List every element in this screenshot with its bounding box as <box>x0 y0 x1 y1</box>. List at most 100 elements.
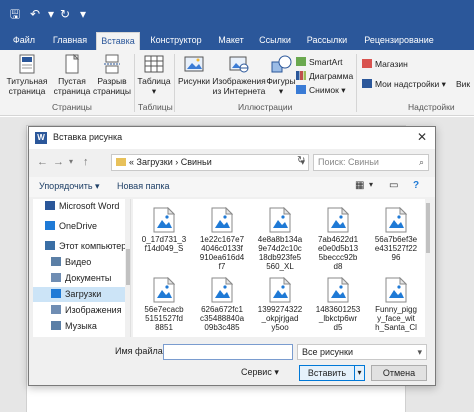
file-name-line: 56e7ecacb <box>144 305 184 314</box>
insert-picture-dialog: W Вставка рисунка ✕ ← → ▾ ↑ « Загрузки ›… <box>28 126 436 386</box>
tables-group-label: Таблицы <box>138 102 173 112</box>
group-separator <box>134 54 135 112</box>
sidebar-item-downloads[interactable]: Загрузки <box>33 287 125 302</box>
tab-insert[interactable]: Вставка <box>96 32 140 50</box>
undo-icon[interactable]: ↶ <box>28 7 42 21</box>
file-name-line: 560_XL <box>266 262 294 271</box>
online-pictures-button[interactable]: Изображения из Интернета <box>212 54 266 96</box>
organize-button[interactable]: Упорядочить ▾ <box>39 181 100 192</box>
tab-design[interactable]: Конструктор <box>146 32 206 50</box>
file-item[interactable]: 626a672fc1 c35488840a 09b3c485 <box>195 276 249 332</box>
filename-input[interactable] <box>163 344 293 360</box>
file-name-line: 09b3c485 <box>204 323 240 332</box>
refresh-icon[interactable]: ↻ <box>297 155 305 166</box>
sidebar-item-documents[interactable]: Документы <box>33 271 125 286</box>
search-input[interactable]: Поиск: Свиньи ⌕ <box>313 154 429 171</box>
close-icon[interactable]: ✕ <box>417 130 427 144</box>
sidebar-item-images[interactable]: Изображения <box>33 303 125 318</box>
image-file-icon <box>153 276 176 303</box>
insert-options-button[interactable]: ▾ <box>355 365 365 381</box>
file-list-scrollbar[interactable] <box>425 199 431 337</box>
preview-pane-icon[interactable]: ▭ <box>389 180 398 191</box>
cancel-button[interactable]: Отмена <box>371 365 427 381</box>
chart-label: Диаграмма <box>309 71 354 81</box>
file-name-line: 910ea616d4 <box>199 253 245 262</box>
shapes-label: Фигуры <box>266 76 296 86</box>
customize-qat-icon[interactable]: ▾ <box>76 7 90 21</box>
sidebar-item-music[interactable]: Музыка <box>33 319 125 334</box>
sidebar-item-this-pc[interactable]: Этот компьютер <box>33 239 127 254</box>
sidebar-item-videos[interactable]: Видео <box>33 255 125 270</box>
dialog-title-bar: W Вставка рисунка ✕ <box>29 127 435 149</box>
scrollbar-thumb[interactable] <box>426 203 430 253</box>
group-separator <box>174 54 175 112</box>
file-name-line: 5beccc92b <box>318 253 358 262</box>
pictures-icon <box>183 54 205 74</box>
scrollbar-thumb[interactable] <box>126 249 130 285</box>
images-icon <box>51 305 61 314</box>
my-addins-button[interactable]: Мои надстройки ▾ <box>362 78 446 90</box>
screenshot-button[interactable]: Снимок ▾ <box>296 84 346 96</box>
file-item[interactable]: 1e22c167e7 4046c0133f 910ea616d4 f7 <box>195 206 249 271</box>
addins-group-label: Надстройки <box>408 102 455 112</box>
table-button[interactable]: Таблица ▾ <box>136 54 172 96</box>
file-item[interactable]: 7ab4622d1 e0e0d5b13 5beccc92b d8 <box>311 206 365 271</box>
pictures-button[interactable]: Рисунки <box>176 54 212 86</box>
view-dropdown-icon[interactable]: ▾ <box>369 180 373 189</box>
dialog-buttons: Сервис ▾ Вставить ▾ Отмена <box>29 363 435 383</box>
cover-page-button[interactable]: Титульная страница <box>4 54 50 96</box>
ribbon: Титульная страница Пустая страница Разры… <box>0 50 474 116</box>
address-bar[interactable]: « Загрузки › Свиньи ▾ <box>111 154 309 171</box>
file-item[interactable]: 4e8a8b134a 9e74d2c10c 18db923fe5 560_XL <box>253 206 307 271</box>
file-item[interactable]: 56e7ecacb 5151527fd 8851 <box>137 276 191 332</box>
file-item[interactable]: Funny_pigg y_face_wit h_Santa_Cl <box>369 276 423 332</box>
wikipedia-button[interactable]: Вик <box>456 78 470 90</box>
screenshot-label: Снимок <box>309 85 339 95</box>
undo-dropdown-icon[interactable]: ▾ <box>44 7 58 21</box>
tab-review[interactable]: Рецензирование <box>358 32 440 50</box>
tab-layout[interactable]: Макет <box>212 32 250 50</box>
screenshot-icon <box>296 85 306 94</box>
file-type-select[interactable]: Все рисунки ▾ <box>297 344 427 360</box>
cover-page-label-1: Титульная <box>6 76 48 86</box>
new-folder-button[interactable]: Новая папка <box>117 181 169 191</box>
image-file-icon <box>327 276 350 303</box>
sidebar-item-label: Этот компьютер <box>59 241 127 251</box>
file-item[interactable]: 1483601253 _lbkctp6wr d5 <box>311 276 365 332</box>
sidebar-item-label: OneDrive <box>59 221 98 231</box>
tab-file[interactable]: Файл <box>4 32 44 50</box>
sidebar-item-onedrive[interactable]: OneDrive <box>33 219 125 234</box>
title-bar: 🖫 ↶ ▾ ↻ ▾ <box>0 0 474 30</box>
page-break-button[interactable]: Разрыв страницы <box>92 54 132 96</box>
filename-label: Имя файла: <box>115 346 166 356</box>
chart-button[interactable]: Диаграмма <box>296 70 353 82</box>
recent-locations-icon[interactable]: ▾ <box>69 155 73 169</box>
save-icon[interactable]: 🖫 <box>8 7 22 21</box>
store-button[interactable]: Магазин <box>362 58 408 70</box>
online-pictures-label-2: из Интернета <box>212 86 266 96</box>
file-item[interactable]: 1399274322 _okpjrjgad y5oo <box>253 276 307 332</box>
sidebar-item-label: Загрузки <box>65 289 102 299</box>
shapes-button[interactable]: Фигуры ▾ <box>266 54 296 96</box>
back-icon[interactable]: ← <box>37 155 48 169</box>
repeat-icon[interactable]: ↻ <box>58 7 72 21</box>
file-name-line: e431527f22 <box>374 244 418 253</box>
store-icon <box>362 59 372 68</box>
file-item[interactable]: 56a7b6ef3e e431527f22 96 <box>369 206 423 262</box>
sidebar-item-microsoft-word[interactable]: Microsoft Word <box>33 199 125 214</box>
tab-references[interactable]: Ссылки <box>254 32 296 50</box>
forward-icon[interactable]: → <box>53 155 64 169</box>
smartart-button[interactable]: SmartArt <box>296 56 343 68</box>
blank-page-button[interactable]: Пустая страница <box>52 53 92 96</box>
tools-button[interactable]: Сервис ▾ <box>241 367 279 378</box>
insert-button[interactable]: Вставить <box>299 365 355 381</box>
file-item[interactable]: 0_17d731_3 f14d049_S <box>137 206 191 253</box>
tab-home[interactable]: Главная <box>48 32 92 50</box>
help-icon[interactable]: ? <box>413 180 419 191</box>
file-name-line: 5151527fd <box>145 314 183 323</box>
view-options-icon[interactable]: ▦ <box>355 180 364 191</box>
tab-mailings[interactable]: Рассылки <box>302 32 352 50</box>
navigation-scrollbar[interactable] <box>125 199 130 337</box>
up-icon[interactable]: ↑ <box>83 155 89 169</box>
shapes-dropdown-icon: ▾ <box>278 86 284 96</box>
